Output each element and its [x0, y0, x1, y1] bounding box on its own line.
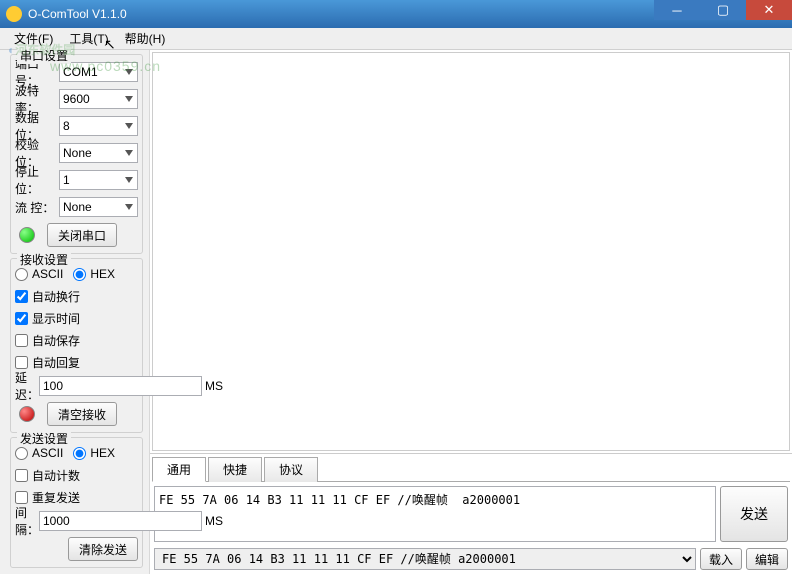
rx-autowrap-check[interactable]: 自动换行: [15, 288, 80, 305]
tx-settings-group: 发送设置 ASCII HEX 自动计数 重复发送 间隔：MS 清除发送: [10, 437, 143, 568]
port-led-icon: [19, 227, 35, 243]
tx-interval-unit: MS: [205, 514, 223, 528]
minimize-button[interactable]: ─: [654, 0, 700, 20]
maximize-button[interactable]: ▢: [700, 0, 746, 20]
rx-group-title: 接收设置: [17, 251, 71, 268]
titlebar[interactable]: O-ComTool V1.1.0 ─ ▢ ✕: [0, 0, 792, 28]
rx-display[interactable]: [152, 52, 790, 451]
rx-delay-input[interactable]: [39, 376, 202, 396]
rx-autosave-check[interactable]: 自动保存: [15, 332, 80, 349]
tx-ascii-radio[interactable]: ASCII: [15, 446, 63, 460]
menu-tools[interactable]: 工具(T): [61, 28, 116, 49]
rx-autoreply-check[interactable]: 自动回复: [15, 354, 80, 371]
tab-protocol[interactable]: 协议: [264, 457, 318, 482]
tab-general[interactable]: 通用: [152, 457, 206, 482]
close-button[interactable]: ✕: [746, 0, 792, 20]
flowctrl-select[interactable]: None: [59, 197, 138, 217]
clear-rx-button[interactable]: 清空接收: [47, 402, 117, 426]
menu-file[interactable]: 文件(F): [6, 28, 61, 49]
rx-delay-unit: MS: [205, 379, 223, 393]
stopbits-select[interactable]: 1: [59, 170, 138, 190]
app-icon: [6, 6, 22, 22]
tx-area: 通用 快捷 协议 发送 FE 55 7A 06 14 B3 11 11 11 C…: [150, 453, 792, 574]
tx-hex-radio[interactable]: HEX: [73, 446, 115, 460]
close-port-button[interactable]: 关闭串口: [47, 223, 117, 247]
tx-group-title: 发送设置: [17, 430, 71, 447]
flowctrl-label: 流 控：: [15, 199, 59, 216]
databits-select[interactable]: 8: [59, 116, 138, 136]
rx-delay-label: 延迟：: [15, 369, 39, 403]
port-select[interactable]: COM1: [59, 62, 138, 82]
tx-input[interactable]: [154, 486, 716, 542]
menu-help[interactable]: 帮助(H): [117, 28, 174, 49]
port-group-title: 串口设置: [17, 47, 71, 64]
rx-ascii-radio[interactable]: ASCII: [15, 267, 63, 281]
tx-tabs: 通用 快捷 协议: [152, 456, 790, 482]
rx-settings-group: 接收设置 ASCII HEX 自动换行 显示时间 自动保存 自动回复 延迟：MS…: [10, 258, 143, 433]
edit-button[interactable]: 编辑: [746, 548, 788, 570]
tx-interval-label: 间隔：: [15, 504, 39, 538]
tx-interval-input[interactable]: [39, 511, 202, 531]
load-button[interactable]: 载入: [700, 548, 742, 570]
rx-showtime-check[interactable]: 显示时间: [15, 310, 80, 327]
sidebar: 串口设置 端口号：COM1 波特率：9600 数据位：8 校验位：None 停止…: [0, 50, 150, 574]
rx-led-icon: [19, 406, 35, 422]
menubar: 文件(F) 工具(T) 帮助(H) ↖: [0, 28, 792, 50]
stopbits-label: 停止位：: [15, 163, 59, 197]
parity-select[interactable]: None: [59, 143, 138, 163]
tx-autocount-check[interactable]: 自动计数: [15, 467, 80, 484]
content-area: 通用 快捷 协议 发送 FE 55 7A 06 14 B3 11 11 11 C…: [150, 50, 792, 574]
tab-quick[interactable]: 快捷: [208, 457, 262, 482]
history-select[interactable]: FE 55 7A 06 14 B3 11 11 11 CF EF //唤醒帧 a…: [154, 548, 696, 570]
baud-select[interactable]: 9600: [59, 89, 138, 109]
rx-hex-radio[interactable]: HEX: [73, 267, 115, 281]
clear-tx-button[interactable]: 清除发送: [68, 537, 138, 561]
port-settings-group: 串口设置 端口号：COM1 波特率：9600 数据位：8 校验位：None 停止…: [10, 54, 143, 254]
tx-repeat-check[interactable]: 重复发送: [15, 489, 80, 506]
send-button[interactable]: 发送: [720, 486, 788, 542]
